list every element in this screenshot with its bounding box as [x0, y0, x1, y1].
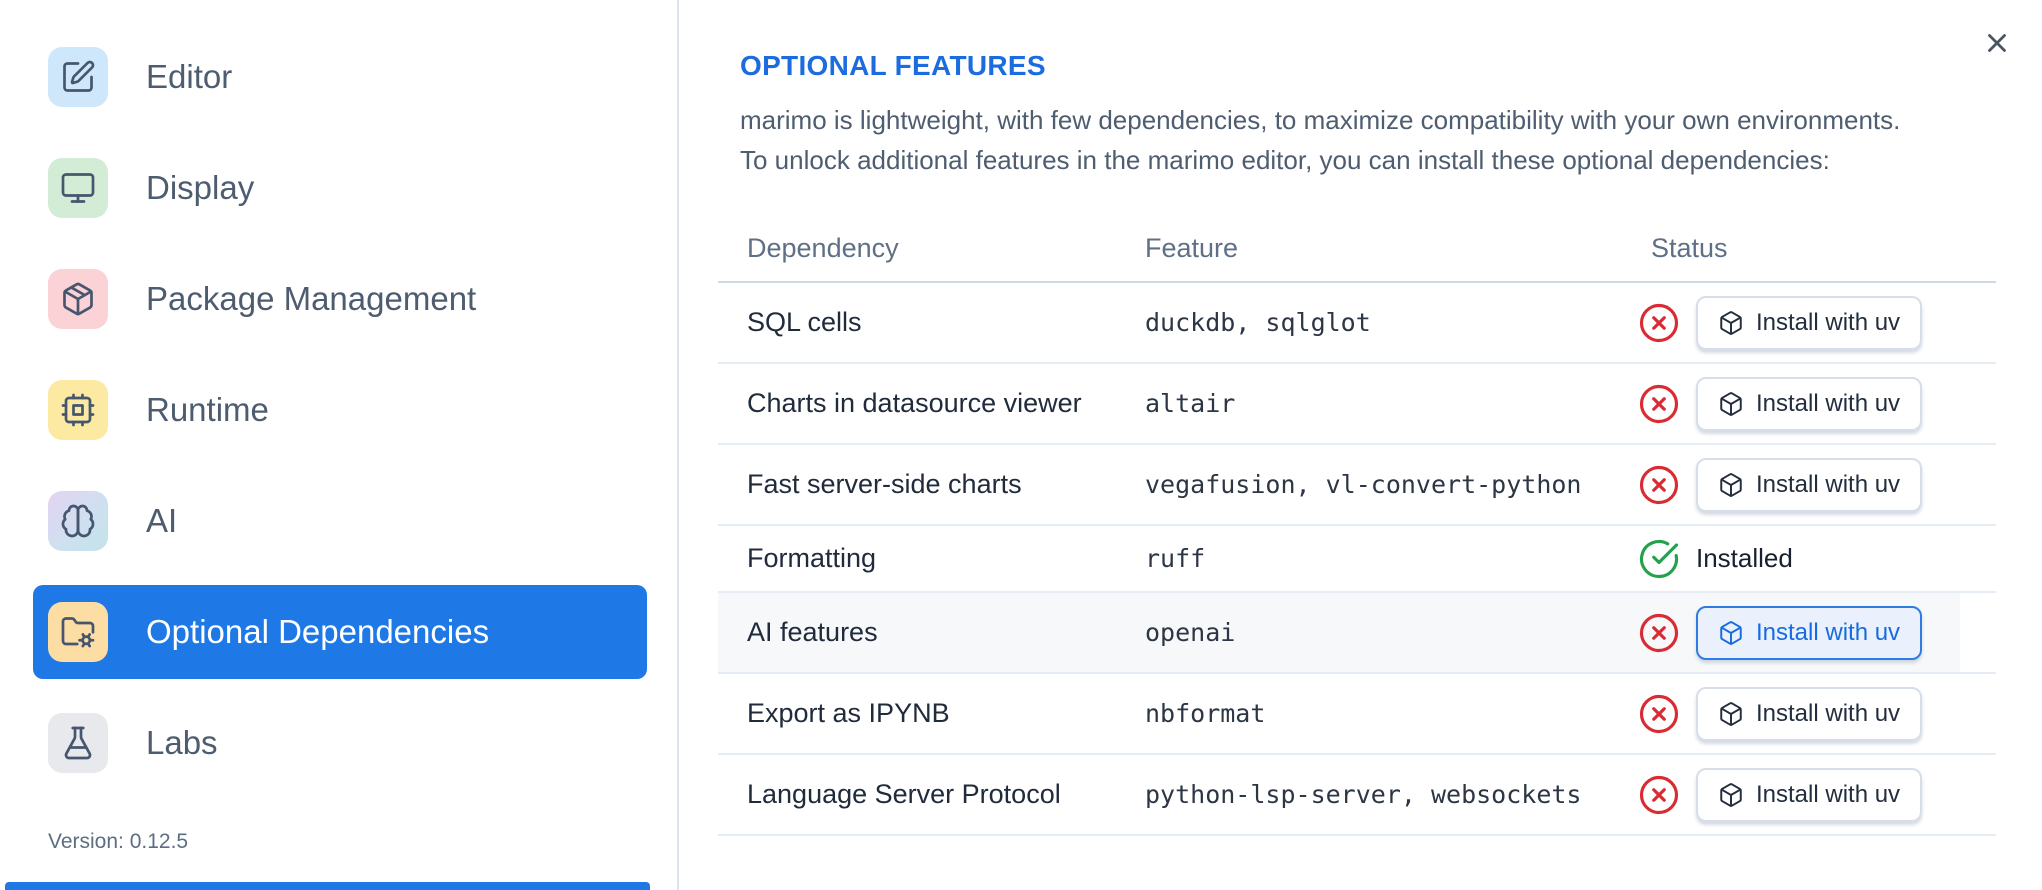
sidebar-item[interactable]: Labs: [33, 696, 647, 790]
installed-label: Installed: [1696, 543, 1793, 573]
box-icon: [1720, 701, 1742, 726]
install-with-uv-button[interactable]: Install with uv: [1696, 376, 1923, 431]
optional-features-panel: OPTIONAL FEATURES marimo is lightweight,…: [679, 0, 2042, 890]
install-button-label: Install with uv: [1756, 780, 1901, 808]
page-description: marimo is lightweight, with few dependen…: [740, 100, 1900, 180]
sidebar-item-label: Editor: [146, 58, 233, 95]
sidebar-item[interactable]: Editor: [33, 30, 647, 124]
column-header-dependency: Dependency: [747, 232, 899, 263]
installed-check-icon: [1638, 538, 1680, 580]
sidebar-item-icon: [48, 158, 108, 218]
monitor-icon: [61, 173, 95, 203]
close-button[interactable]: [1982, 28, 2012, 58]
square-pen-icon: [63, 60, 95, 92]
install-with-uv-button[interactable]: Install with uv: [1696, 686, 1923, 741]
package-icon: [63, 282, 93, 316]
page-title: OPTIONAL FEATURES: [740, 50, 1046, 81]
table-header-row: Dependency Feature Status: [718, 215, 1996, 283]
feature-packages: ruff: [1145, 544, 1206, 573]
install-button-label: Install with uv: [1756, 618, 1901, 646]
dependency-name: AI features: [747, 617, 878, 647]
background-accent-bar: [5, 882, 650, 890]
settings-sidebar: Editor Display Package Management Runtim…: [0, 0, 679, 890]
table-row: SQL cells duckdb, sqlglot Install with u…: [718, 283, 1996, 364]
feature-packages: vegafusion, vl-convert-python: [1145, 470, 1582, 499]
sidebar-item[interactable]: AI: [33, 474, 647, 568]
dependency-name: Formatting: [747, 543, 877, 573]
sidebar-item-label: Display: [146, 169, 255, 206]
sidebar-item-icon: [48, 269, 108, 329]
status-cell: Install with uv: [1622, 295, 1996, 350]
table-row: AI features openai Install with uv: [718, 593, 1996, 674]
sidebar-item-label: Labs: [146, 724, 218, 761]
sidebar-item-icon: [48, 602, 108, 662]
table-row: Formatting ruff Installed: [718, 526, 1996, 593]
sidebar-item-label: Runtime: [146, 391, 269, 428]
table-row: Export as IPYNB nbformat Install with uv: [718, 674, 1996, 755]
feature-packages: altair: [1145, 389, 1236, 418]
sidebar-item[interactable]: Optional Dependencies: [33, 585, 647, 679]
feature-packages: nbformat: [1145, 699, 1266, 728]
dependency-name: Fast server-side charts: [747, 469, 1022, 499]
sidebar-item-label: Package Management: [146, 280, 477, 317]
dependency-name: Charts in datasource viewer: [747, 388, 1082, 418]
status-cell: Install with uv: [1622, 605, 1996, 660]
version-label: Version: 0.12.5: [48, 830, 189, 853]
install-button-label: Install with uv: [1756, 470, 1901, 498]
column-header-status: Status: [1651, 232, 1728, 263]
box-icon: [1720, 472, 1742, 497]
status-cell: Install with uv: [1622, 457, 1996, 512]
not-installed-icon: [1638, 383, 1680, 425]
cpu-icon: [61, 393, 95, 427]
box-icon: [1720, 620, 1742, 645]
folder-gear-icon: [61, 617, 95, 648]
description-line: To unlock additional features in the mar…: [740, 145, 1830, 175]
dependency-name: Export as IPYNB: [747, 698, 950, 728]
sidebar-item[interactable]: Runtime: [33, 363, 647, 457]
sidebar-item[interactable]: Display: [33, 141, 647, 235]
not-installed-icon: [1638, 464, 1680, 506]
column-header-feature: Feature: [1145, 232, 1239, 263]
install-with-uv-button[interactable]: Install with uv: [1696, 767, 1923, 822]
feature-packages: duckdb, sqlglot: [1145, 308, 1371, 337]
not-installed-icon: [1638, 693, 1680, 735]
status-cell: Install with uv: [1622, 686, 1996, 741]
sidebar-item-label: Optional Dependencies: [146, 613, 490, 650]
not-installed-icon: [1638, 302, 1680, 344]
close-icon: [1988, 34, 2006, 52]
table-row: Charts in datasource viewer altair Insta…: [718, 364, 1996, 445]
status-cell: Install with uv: [1622, 767, 1996, 822]
table-row: Fast server-side charts vegafusion, vl-c…: [718, 445, 1996, 526]
dependency-name: Language Server Protocol: [747, 779, 1061, 809]
sidebar-item-icon: [48, 713, 108, 773]
install-with-uv-button[interactable]: Install with uv: [1696, 457, 1923, 512]
dependency-name: SQL cells: [747, 307, 862, 337]
box-icon: [1720, 310, 1742, 335]
dependencies-table: Dependency Feature Status SQL cells duck…: [718, 215, 1996, 836]
sidebar-item-icon: [48, 47, 108, 107]
box-icon: [1720, 782, 1742, 807]
flask-icon: [64, 726, 92, 760]
install-button-label: Install with uv: [1756, 389, 1901, 417]
sidebar-item-icon: [48, 380, 108, 440]
sidebar-nav-list: Editor Display Package Management Runtim…: [33, 30, 647, 807]
sidebar-item-label: AI: [146, 502, 178, 539]
install-button-label: Install with uv: [1756, 308, 1901, 336]
not-installed-icon: [1638, 612, 1680, 654]
description-line: marimo is lightweight, with few dependen…: [740, 105, 1901, 135]
install-button-label: Install with uv: [1756, 699, 1901, 727]
not-installed-icon: [1638, 774, 1680, 816]
status-cell: Install with uv: [1622, 376, 1996, 431]
feature-packages: openai: [1145, 618, 1236, 647]
brain-icon: [61, 504, 95, 538]
feature-packages: python-lsp-server, websockets: [1145, 780, 1582, 809]
sidebar-item[interactable]: Package Management: [33, 252, 647, 346]
status-cell: Installed: [1622, 538, 1996, 580]
table-row: Language Server Protocol python-lsp-serv…: [718, 755, 1996, 836]
install-with-uv-button[interactable]: Install with uv: [1696, 605, 1923, 660]
install-with-uv-button[interactable]: Install with uv: [1696, 295, 1923, 350]
sidebar-item-icon: [48, 491, 108, 551]
box-icon: [1720, 391, 1742, 416]
